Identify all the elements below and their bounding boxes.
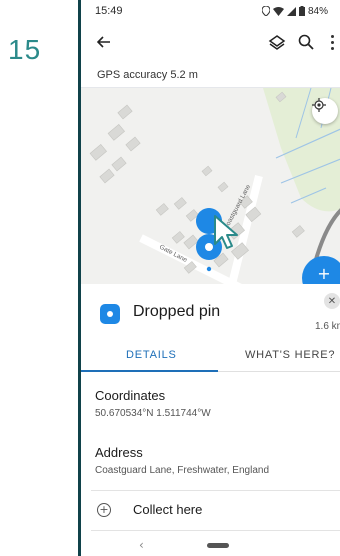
map-canvas: Coastguard Lane Gate Lane <box>89 88 340 288</box>
tab-details[interactable]: DETAILS <box>126 349 177 361</box>
top-app-bar <box>81 22 340 62</box>
tab-whats-here[interactable]: WHAT'S HERE? <box>245 349 335 361</box>
distance-label: 1.6 km <box>315 321 340 332</box>
gps-accuracy-text: GPS accuracy 5.2 m <box>97 68 198 81</box>
search-icon <box>298 34 314 50</box>
back-button[interactable] <box>93 31 115 53</box>
active-tab-indicator <box>81 370 218 372</box>
coordinates-field: Coordinates 50.670534°N 1.511744°W <box>95 388 211 419</box>
dropped-pin-sheet: Dropped pin ✕ 1.6 km DETAILS WHAT'S HERE… <box>81 284 340 556</box>
arrow-left-icon <box>97 36 110 48</box>
my-location-icon <box>312 98 326 112</box>
status-bar: 15:49 84% <box>81 0 340 22</box>
sheet-tabs: DETAILS WHAT'S HERE? <box>81 340 340 372</box>
location-status-icon <box>261 6 270 16</box>
layers-button[interactable] <box>267 32 287 52</box>
layers-icon <box>268 35 286 50</box>
nav-back-button[interactable]: ‹ <box>139 538 144 552</box>
system-nav-bar: ‹ <box>81 538 340 556</box>
plus-icon: + <box>317 264 331 283</box>
search-button[interactable] <box>296 32 316 52</box>
status-time: 15:49 <box>95 5 123 17</box>
more-options-button[interactable] <box>325 32 339 52</box>
wifi-icon <box>272 6 284 16</box>
address-field: Address Coastguard Lane, Freshwater, Eng… <box>95 445 269 476</box>
divider <box>91 490 340 491</box>
close-button[interactable]: ✕ <box>324 293 340 309</box>
my-location-button[interactable] <box>312 98 338 124</box>
sheet-header: Dropped pin ✕ 1.6 km <box>81 284 340 336</box>
divider <box>91 530 340 531</box>
nav-home-handle[interactable] <box>207 543 229 548</box>
map-view[interactable]: Coastguard Lane Gate Lane + <box>81 88 340 288</box>
more-vert-icon <box>330 34 334 38</box>
pin-icon <box>100 304 120 324</box>
battery-icon <box>298 6 305 16</box>
close-icon: ✕ <box>327 295 337 307</box>
step-number: 15 <box>8 34 42 65</box>
add-circle-icon: + <box>97 503 111 517</box>
coordinates-value: 50.670534°N 1.511744°W <box>95 408 211 419</box>
address-value: Coastguard Lane, Freshwater, England <box>95 465 269 476</box>
battery-percent: 84% <box>307 5 328 17</box>
signal-icon <box>286 6 296 16</box>
map-street-label: Gate Lane <box>158 244 188 265</box>
phone-screen: 15:49 84% GPS accuracy 5.2 m Coastguard … <box>78 0 340 556</box>
collect-here-button[interactable]: + Collect here <box>81 496 340 530</box>
status-icons: 84% <box>261 5 328 17</box>
mouse-cursor-icon <box>214 215 238 249</box>
gps-accuracy-bar: GPS accuracy 5.2 m <box>81 62 340 88</box>
address-label: Address <box>95 445 143 460</box>
sheet-title: Dropped pin <box>133 303 221 320</box>
coordinates-label: Coordinates <box>95 388 166 403</box>
collect-here-label: Collect here <box>133 502 203 517</box>
